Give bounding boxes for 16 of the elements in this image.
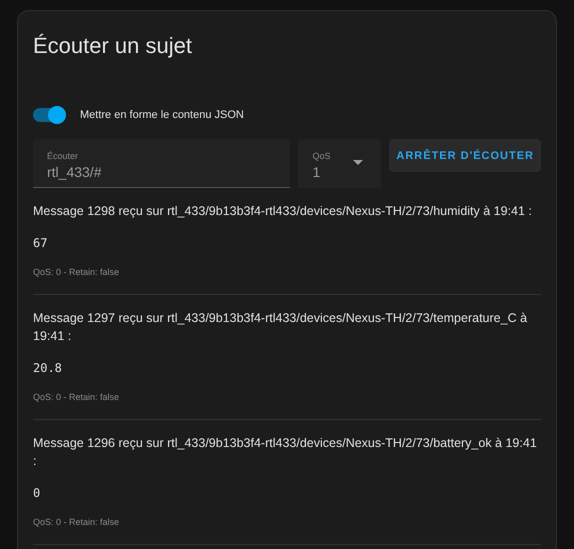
toggle-label: Mettre en forme le contenu JSON	[80, 109, 244, 121]
message-heading: Message 1298 reçu sur rtl_433/9b13b3f4-rtl433/devices/Nexus-TH/2/73/humidity à 19:41 :	[33, 203, 533, 220]
stop-listening-button[interactable]: ARRÊTER D'ÉCOUTER	[389, 139, 541, 172]
message-meta: QoS: 0 - Retain: false	[33, 392, 120, 402]
message-heading: Message 1296 reçu sur rtl_433/9b13b3f4-rtl433/devices/Nexus-TH/2/73/battery_ok à 19:41 :	[33, 435, 538, 470]
message-payload: 0	[33, 486, 42, 500]
message-heading: Message 1297 reçu sur rtl_433/9b13b3f4-rtl433/devices/Nexus-TH/2/73/temperature_C à 19:41 :	[33, 310, 528, 345]
qos-select[interactable]: QoS 1	[298, 139, 382, 188]
message-payload: 20.8	[33, 361, 63, 375]
message-meta: QoS: 0 - Retain: false	[33, 267, 120, 277]
message-payload: 67	[33, 236, 48, 250]
card-title: Écouter un sujet	[33, 32, 193, 60]
topic-input-field[interactable]: Écouter rtl_433/#	[33, 139, 290, 188]
message-meta: QoS: 0 - Retain: false	[33, 517, 120, 527]
toggle-switch[interactable]	[33, 105, 66, 125]
caret-icon	[353, 160, 364, 165]
